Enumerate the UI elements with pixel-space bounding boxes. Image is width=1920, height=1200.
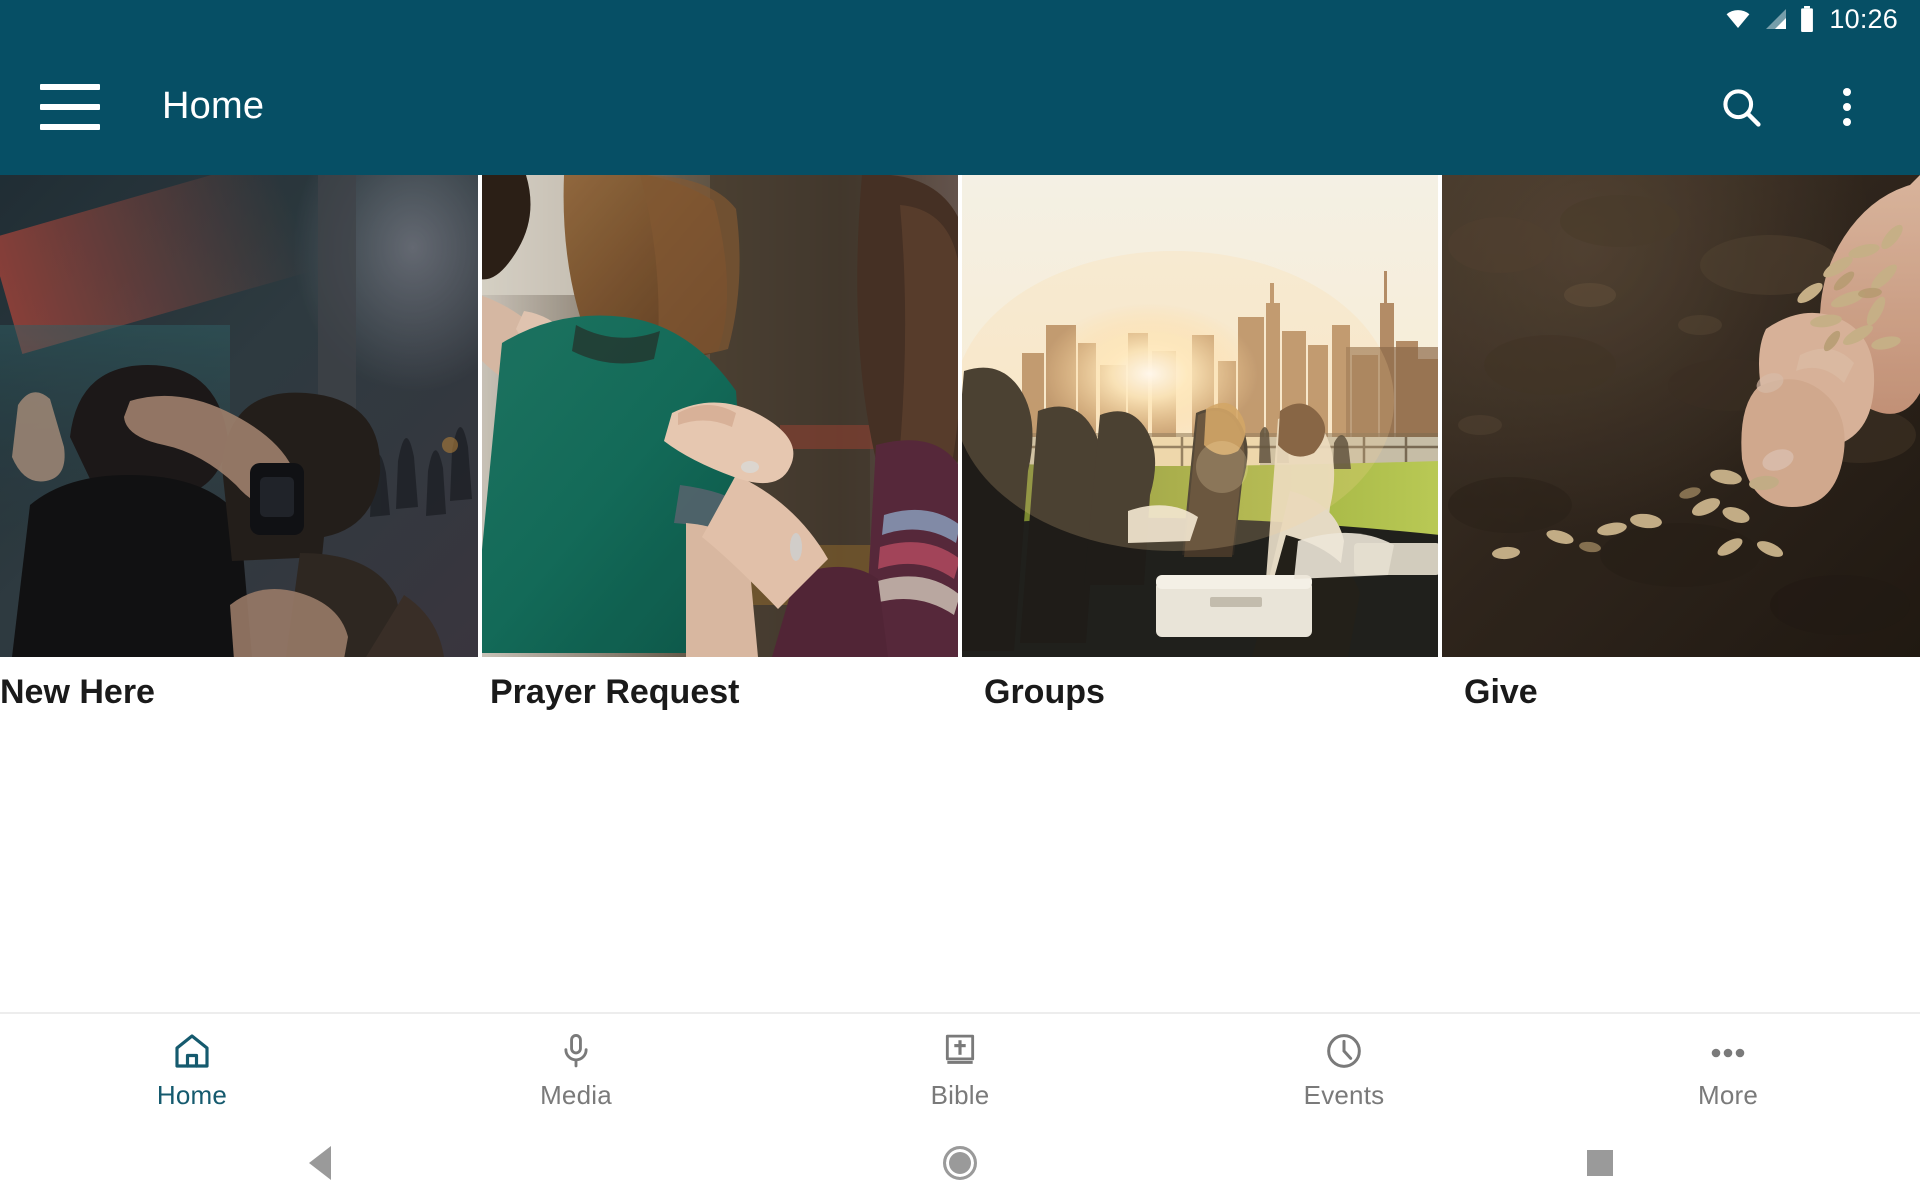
home-circle-icon[interactable] (640, 1145, 1280, 1180)
nav-tab-media[interactable]: Media (384, 1029, 768, 1111)
nav-tab-label: Home (156, 1079, 228, 1110)
status-bar: 10:26 (0, 0, 1920, 38)
battery-icon (1799, 6, 1815, 32)
wifi-icon (1723, 7, 1753, 31)
nav-tab-label: Events (1303, 1079, 1385, 1110)
feature-card-prayer-request[interactable] (480, 175, 960, 657)
bible-book-icon (941, 1029, 979, 1071)
feature-card-new-here[interactable] (0, 175, 480, 657)
new-here-photo (0, 175, 480, 657)
nav-tab-bible[interactable]: Bible (768, 1029, 1152, 1111)
card-label-text: Groups (984, 672, 1105, 711)
card-label-give[interactable]: Give (1440, 657, 1920, 727)
home-icon (172, 1029, 212, 1071)
overflow-menu-icon[interactable] (1820, 80, 1874, 134)
card-label-text: Prayer Request (490, 672, 740, 711)
nav-tab-events[interactable]: Events (1152, 1029, 1536, 1111)
card-label-new-here[interactable]: New Here (0, 657, 480, 727)
ellipsis-icon (1706, 1029, 1750, 1071)
page-title: Home (162, 85, 265, 127)
card-label-text: New Here (0, 672, 155, 711)
cellular-signal-icon (1763, 7, 1789, 31)
clock-icon (1324, 1029, 1364, 1071)
feature-card-give[interactable] (1440, 175, 1920, 657)
app-bar: Home (0, 38, 1920, 175)
feature-card-row (0, 175, 1920, 657)
groups-photo (960, 175, 1440, 657)
nav-tab-home[interactable]: Home (0, 1029, 384, 1111)
card-label-text: Give (1464, 672, 1538, 711)
feature-card-groups[interactable] (960, 175, 1440, 657)
feature-card-labels: New Here Prayer Request Groups Give (0, 657, 1920, 727)
card-label-prayer-request[interactable]: Prayer Request (480, 657, 960, 727)
recents-square-icon[interactable] (1280, 1149, 1920, 1176)
android-system-navigation-bar (0, 1125, 1920, 1200)
nav-tab-more[interactable]: More (1536, 1029, 1920, 1111)
microphone-icon (557, 1029, 595, 1071)
nav-tab-label: Bible (930, 1079, 990, 1110)
give-photo (1440, 175, 1920, 657)
hamburger-menu-icon[interactable] (40, 83, 100, 130)
bottom-navigation-bar: Home Media Bible Events More (0, 1012, 1920, 1125)
app-bar-actions (1714, 80, 1920, 134)
nav-tab-label: Media (540, 1079, 612, 1110)
back-triangle-icon[interactable] (0, 1145, 640, 1180)
status-bar-clock: 10:26 (1829, 3, 1898, 34)
app-screen: 10:26 Home New Here Prayer Request Group… (0, 0, 1920, 1200)
card-label-groups[interactable]: Groups (960, 657, 1440, 727)
prayer-request-photo (480, 175, 960, 657)
nav-tab-label: More (1697, 1079, 1759, 1110)
search-icon[interactable] (1714, 80, 1768, 134)
